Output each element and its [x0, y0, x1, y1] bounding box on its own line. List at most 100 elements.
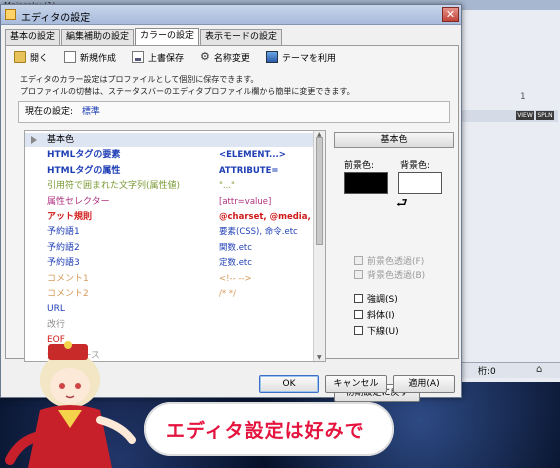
settings-tabs: 基本の設定 編集補助の設定 カラーの設定 表示モードの設定: [5, 28, 283, 45]
color-item-list[interactable]: 全角スペースEOF改行URLコメント2/* */コメント1<!-- -->予約語…: [24, 130, 326, 362]
color-item-name: 引用符で囲まれた文字列(属性値): [47, 181, 181, 192]
host-line-number: 1: [520, 92, 526, 102]
checkbox-box: [354, 294, 363, 303]
color-item-sample: 定数.etc: [219, 258, 252, 269]
checkbox-box: [354, 326, 363, 335]
foreground-color-swatch[interactable]: [344, 172, 388, 194]
color-item-row[interactable]: コメント2 /* */: [25, 287, 313, 301]
tab-basic[interactable]: 基本の設定: [5, 29, 61, 45]
open-button[interactable]: 開く: [14, 51, 48, 64]
color-item-row[interactable]: 基本色: [25, 133, 313, 147]
bg-transparent-checkbox[interactable]: 背景色透過(B): [354, 268, 425, 281]
host-column-indicator: 桁:0: [478, 367, 496, 377]
overwrite-save-button[interactable]: 上書保存: [132, 51, 184, 64]
color-item-row[interactable]: 予約語2 関数.etc: [25, 241, 313, 255]
bg-transparent-label: 背景色透過(B): [367, 271, 426, 281]
speech-bubble-text: エディタ設定は好みで: [166, 420, 365, 442]
color-item-row[interactable]: URL: [25, 302, 313, 316]
underline-checkbox[interactable]: 下線(U): [354, 324, 399, 337]
tab-display-mode[interactable]: 表示モードの設定: [200, 29, 283, 45]
underline-label: 下線(U): [367, 327, 399, 337]
new-button[interactable]: 新規作成: [64, 51, 116, 64]
checkbox-box: [354, 270, 363, 279]
use-theme-label: テーマを利用: [281, 53, 336, 64]
color-item-row[interactable]: 予約語3 定数.etc: [25, 256, 313, 270]
color-item-row[interactable]: コメント1 <!-- -->: [25, 272, 313, 286]
color-item-name: 基本色: [47, 135, 75, 145]
color-item-name: 改行: [47, 319, 66, 330]
swap-colors-icon[interactable]: ⮐: [396, 194, 408, 216]
color-item-row[interactable]: 引用符で囲まれた文字列(属性値) "...": [25, 179, 313, 193]
color-item-row[interactable]: HTMLタグの要素 <ELEMENT...>: [25, 148, 313, 162]
color-item-sample: <ELEMENT...>: [219, 150, 286, 161]
italic-checkbox[interactable]: 斜体(I): [354, 308, 395, 321]
color-item-name: コメント2: [47, 289, 89, 299]
host-view-button[interactable]: VIEW: [516, 111, 534, 120]
rename-label: 名称変更: [213, 53, 250, 64]
foreground-label: 前景色:: [344, 161, 375, 171]
tab-edit-assist[interactable]: 編集補助の設定: [61, 29, 135, 45]
close-button[interactable]: ✕: [442, 7, 459, 22]
color-item-name: HTMLタグの要素: [47, 150, 121, 161]
ok-button[interactable]: OK: [259, 375, 319, 393]
use-theme-button[interactable]: テーマを利用: [265, 51, 336, 64]
checkbox-box: [354, 256, 363, 265]
color-item-sample: 関数.etc: [219, 242, 252, 253]
profile-toolbar: 開く 新規作成 上書保存 ⚙ 名称変更 テーマを利用: [14, 48, 352, 66]
dialog-titlebar: エディタの設定 ✕: [1, 5, 461, 25]
current-profile-box: 現在の設定: 標準: [18, 101, 450, 123]
cancel-button[interactable]: キャンセル: [325, 375, 387, 393]
gear-icon: ⚙: [200, 50, 210, 63]
scroll-down-icon[interactable]: ▼: [317, 354, 322, 361]
color-item-row[interactable]: HTMLタグの属性 ATTRIBUTE=: [25, 164, 313, 178]
selected-item-header: 基本色: [334, 132, 454, 148]
color-item-name: HTMLタグの属性: [47, 165, 121, 176]
rename-button[interactable]: ⚙ 名称変更: [200, 51, 250, 64]
color-settings-panel: 開く 新規作成 上書保存 ⚙ 名称変更 テーマを利用 エディタのカラー設定はプロ…: [5, 45, 459, 402]
host-split-button[interactable]: SPLN: [536, 111, 554, 120]
color-item-row[interactable]: 予約語1 要素(CSS), 命令.etc: [25, 225, 313, 239]
dialog-title: エディタの設定: [21, 13, 91, 24]
description-line: プロファイルの切替は、ステータスバーのエディタプロファイル欄から簡単に変更できま…: [20, 87, 355, 96]
save-icon: [132, 51, 145, 63]
color-item-name: アット規則: [47, 212, 93, 222]
current-profile-label: 現在の設定:: [25, 107, 74, 117]
color-item-name: 予約語2: [47, 242, 80, 253]
host-editor-area: [458, 10, 560, 382]
color-item-sample: 要素(CSS), 命令.etc: [219, 227, 298, 238]
bold-checkbox[interactable]: 強調(S): [354, 292, 398, 305]
color-item-sample: /* */: [219, 289, 236, 299]
host-status-bar: [458, 362, 560, 378]
background-label: 背景色:: [400, 161, 431, 171]
overwrite-label: 上書保存: [148, 53, 185, 64]
apply-button[interactable]: 適用(A): [393, 375, 455, 393]
tab-color[interactable]: カラーの設定: [135, 28, 200, 45]
color-item-sample: [attr=value]: [219, 196, 272, 207]
color-detail-pane: 基本色 前景色: 背景色: ⮐ 前景色透過(F) 背景色透過(B) 強調(S) …: [334, 130, 456, 402]
color-item-row[interactable]: アット規則 @charset, @media, @impo: [25, 210, 325, 224]
new-document-icon: [64, 51, 77, 63]
new-label: 新規作成: [80, 53, 117, 64]
editor-settings-dialog: エディタの設定 ✕ 基本の設定 編集補助の設定 カラーの設定 表示モードの設定 …: [0, 4, 462, 402]
description-text: エディタのカラー設定はプロファイルとして個別に保存できます。 プロファイルの切替…: [20, 74, 355, 98]
mascot-character-illustration: [5, 341, 136, 468]
color-item-row[interactable]: 改行: [25, 318, 313, 332]
color-item-name: 予約語3: [47, 258, 80, 269]
color-item-row[interactable]: 属性セレクター [attr=value]: [25, 195, 313, 209]
color-item-name: 予約語1: [47, 227, 80, 238]
scroll-thumb[interactable]: [316, 137, 323, 245]
color-item-name: コメント1: [47, 273, 89, 284]
fg-transparent-checkbox[interactable]: 前景色透過(F): [354, 254, 424, 267]
folder-icon: [14, 51, 26, 63]
selection-arrow-icon: [31, 136, 37, 144]
fg-transparent-label: 前景色透過(F): [367, 257, 425, 267]
checkbox-box: [354, 310, 363, 319]
bold-label: 強調(S): [367, 295, 398, 305]
dialog-app-icon: [5, 9, 16, 20]
color-item-name: 属性セレクター: [47, 196, 110, 207]
italic-label: 斜体(I): [367, 311, 395, 321]
background-color-swatch[interactable]: [398, 172, 442, 194]
current-profile-value: 標準: [81, 107, 100, 117]
list-scrollbar[interactable]: ▲ ▼: [313, 131, 325, 361]
color-item-sample: <!-- -->: [219, 273, 252, 284]
